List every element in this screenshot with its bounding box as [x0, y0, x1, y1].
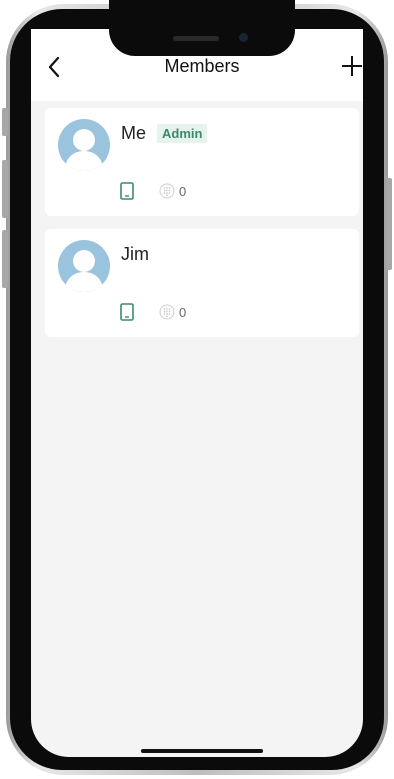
person-silhouette-icon: [64, 129, 104, 171]
member-name: Jim: [121, 244, 149, 264]
member-card-me[interactable]: Me Admin 0: [45, 108, 359, 216]
volume-down-button: [2, 230, 8, 288]
person-silhouette-icon: [64, 250, 104, 292]
admin-badge: Admin: [157, 124, 208, 143]
notch: [109, 0, 295, 56]
phone-icon: [120, 182, 134, 200]
avatar: [58, 240, 110, 292]
phone-icon: [120, 303, 134, 321]
add-member-button[interactable]: [338, 52, 366, 80]
power-button: [386, 178, 392, 270]
home-indicator[interactable]: [141, 749, 263, 753]
member-card-jim[interactable]: Jim 0: [45, 229, 359, 337]
volume-up-button: [2, 160, 8, 218]
earpiece-speaker: [173, 36, 219, 41]
page-title: Members: [164, 56, 240, 76]
avatar: [58, 119, 110, 171]
keypad-count: 0: [179, 184, 187, 199]
keypad-count: 0: [179, 305, 187, 320]
mute-switch: [2, 108, 8, 136]
member-name: Me: [121, 123, 147, 143]
chevron-left-icon: [48, 56, 60, 78]
back-button[interactable]: [44, 52, 66, 82]
keypad-icon: [159, 304, 175, 320]
plus-icon: [342, 56, 362, 76]
keypad-icon: [159, 183, 175, 199]
front-camera: [239, 33, 248, 42]
